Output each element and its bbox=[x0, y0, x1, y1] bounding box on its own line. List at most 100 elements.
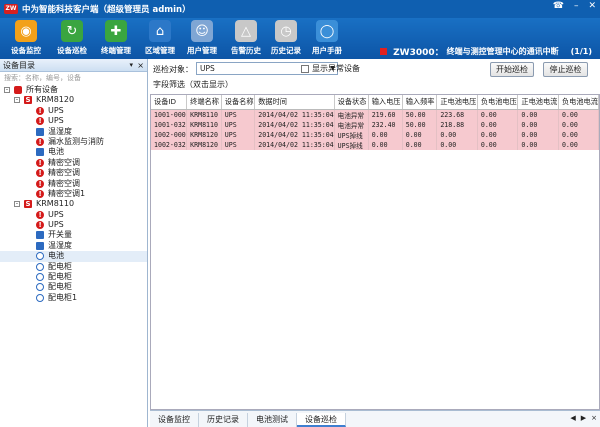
pin-icon[interactable]: ▾ bbox=[129, 59, 133, 72]
device-icon bbox=[36, 252, 44, 261]
tree-item[interactable]: - KRM8110 bbox=[0, 199, 147, 209]
tree-item[interactable]: 电池 bbox=[0, 147, 147, 157]
tree-item-label: UPS bbox=[48, 220, 64, 230]
abnormal-checkbox[interactable]: 显示异常设备 bbox=[301, 63, 360, 74]
column-header[interactable]: 终端名称 bbox=[186, 95, 222, 110]
table-row[interactable]: 1002-032 KRM8120 UPS 2014/04/02 11:35:04 UPS… bbox=[151, 139, 599, 150]
toolbar-button-label: 区域管理 bbox=[145, 46, 175, 55]
column-header[interactable]: 负电池电压 bbox=[477, 95, 519, 110]
tree-item[interactable]: - 所有设备 bbox=[0, 85, 147, 95]
tree-item[interactable]: 配电柜 bbox=[0, 282, 147, 292]
toolbar-button[interactable]: ⌂ 区域管理 bbox=[138, 20, 182, 58]
table-cell: 0.00 bbox=[558, 119, 599, 130]
alarm-icon bbox=[36, 189, 44, 199]
collapse-toggle-icon[interactable]: - bbox=[14, 97, 20, 104]
tree-item[interactable]: 配电柜1 bbox=[0, 293, 147, 303]
collapse-toggle-icon[interactable]: - bbox=[14, 201, 20, 208]
tree-item[interactable]: - KRM8120 bbox=[0, 95, 147, 105]
toolbar-button-label: 设备监控 bbox=[11, 46, 41, 55]
tree-item[interactable]: 温湿度 bbox=[0, 241, 147, 251]
tree-item[interactable]: 开关量 bbox=[0, 230, 147, 240]
alarm-ticker[interactable]: ZW3000： 终端与测控管理中心的通讯中断 (1/1) bbox=[380, 45, 592, 58]
tree-item[interactable]: 精密空调 bbox=[0, 168, 147, 178]
column-header[interactable]: 输入电压 bbox=[368, 95, 403, 110]
column-header[interactable]: 正电池电压 bbox=[436, 95, 478, 110]
start-patrol-button[interactable]: 开始巡检 bbox=[490, 62, 534, 77]
table-cell: 0.00 bbox=[558, 109, 599, 120]
table-cell: 0.00 bbox=[368, 129, 403, 140]
column-header[interactable]: 数据时间 bbox=[254, 95, 335, 110]
table-cell: 219.60 bbox=[368, 109, 403, 120]
column-header[interactable]: 设备状态 bbox=[334, 95, 369, 110]
toolbar-button-label: 终端管理 bbox=[101, 46, 131, 55]
column-header[interactable]: 设备名称 bbox=[221, 95, 256, 110]
tab[interactable]: 电池测试 bbox=[248, 413, 297, 427]
tree-item-label: 配电柜 bbox=[48, 272, 72, 282]
toolbar-button[interactable]: ◉ 设备监控 bbox=[4, 20, 48, 58]
checkbox-box[interactable] bbox=[301, 64, 309, 73]
toolbar-button[interactable]: ☺ 用户管理 bbox=[180, 20, 224, 58]
device-icon bbox=[36, 127, 44, 136]
column-header[interactable]: 输入频率 bbox=[402, 95, 438, 110]
column-header[interactable]: 设备ID bbox=[151, 95, 188, 110]
tree-item[interactable]: UPS bbox=[0, 116, 147, 126]
skin-icon[interactable]: ☎ bbox=[553, 1, 564, 11]
close-icon[interactable]: ✕ bbox=[588, 1, 596, 11]
tab[interactable]: 历史记录 bbox=[199, 413, 248, 427]
table-cell: UPS bbox=[221, 119, 256, 130]
toolbar-button[interactable]: ↻ 设备巡检 bbox=[50, 20, 94, 58]
device-icon bbox=[36, 262, 44, 271]
tree-item[interactable]: 配电柜 bbox=[0, 262, 147, 272]
toolbar-button[interactable]: ✚ 终端管理 bbox=[94, 20, 138, 58]
toolbar-button[interactable]: ◯ 用户手册 bbox=[305, 20, 349, 58]
table-row[interactable]: 1002-000 KRM8120 UPS 2014/04/02 11:35:04 UPS… bbox=[151, 129, 599, 140]
table-cell: 0.00 bbox=[436, 139, 478, 150]
close-icon[interactable]: × bbox=[591, 414, 597, 422]
tree-item[interactable]: 配电柜 bbox=[0, 272, 147, 282]
collapse-toggle-icon[interactable]: - bbox=[4, 87, 10, 93]
table-cell: 1001-032 bbox=[151, 119, 188, 130]
panel-header: 设备目录 ▾ × bbox=[0, 59, 147, 72]
table-cell: 2014/04/02 11:35:04 bbox=[254, 129, 335, 140]
minimize-icon[interactable]: – bbox=[574, 1, 579, 11]
tree-item-label: UPS bbox=[48, 105, 64, 115]
tab[interactable]: 设备巡检 bbox=[297, 413, 346, 427]
close-icon[interactable]: × bbox=[137, 59, 144, 72]
tree-item-label: 温湿度 bbox=[48, 126, 72, 136]
stop-patrol-button[interactable]: 停止巡检 bbox=[543, 62, 588, 77]
tree-item-label: 配电柜1 bbox=[48, 292, 78, 302]
toolbar-button[interactable]: ◷ 历史记录 bbox=[264, 20, 308, 58]
table-cell: 0.00 bbox=[477, 109, 519, 120]
patrol-grid: 设备ID 终端名称 设备名称 数据时间 设备状态 输入电压 输入频率 正电池电压 负电池电压 正电… bbox=[150, 94, 600, 410]
terminal-add-icon: ✚ bbox=[105, 20, 127, 42]
field-filter-label[interactable]: 字段筛选（双击显示） bbox=[153, 79, 233, 90]
device-icon bbox=[36, 273, 44, 282]
device-tree-panel: 设备目录 ▾ × 搜索：名称，编号，设备 -所有设备-KRM8120UPSUPS… bbox=[0, 59, 148, 427]
table-cell: 0.00 bbox=[517, 129, 559, 140]
table-row[interactable]: 1001-032 KRM8110 UPS 2014/04/02 11:35:04 电池异… bbox=[151, 119, 599, 130]
table-row[interactable]: 1001-000 KRM8110 UPS 2014/04/02 11:35:04 电池异… bbox=[151, 109, 599, 120]
column-header[interactable]: 负电池电流 bbox=[558, 95, 599, 110]
tab[interactable]: 设备监控 bbox=[150, 413, 199, 427]
arrow-right-icon[interactable]: ▶ bbox=[581, 414, 586, 422]
toolbar-button-label: 历史记录 bbox=[271, 46, 301, 55]
toolbar-button[interactable]: △ 告警历史 bbox=[224, 20, 268, 58]
tree-item[interactable]: UPS bbox=[0, 210, 147, 220]
table-cell: 0.00 bbox=[477, 119, 519, 130]
tree-item[interactable]: UPS bbox=[0, 220, 147, 230]
device-icon bbox=[36, 148, 44, 157]
tree-item[interactable]: 电池 bbox=[0, 251, 147, 262]
tree-item[interactable]: 精密空调1 bbox=[0, 189, 147, 199]
tree-item-label: 所有设备 bbox=[26, 85, 58, 94]
tree-item[interactable]: 漏水监测与消防 bbox=[0, 137, 147, 147]
tree-item[interactable]: 精密空调 bbox=[0, 158, 147, 168]
search-input[interactable]: 搜索：名称，编号，设备 bbox=[2, 73, 145, 84]
tree-item[interactable]: UPS bbox=[0, 106, 147, 116]
alarm-message: 终端与测控管理中心的通讯中断 bbox=[446, 47, 559, 56]
tree-item[interactable]: 精密空调 bbox=[0, 179, 147, 189]
tree-item[interactable]: 温湿度 bbox=[0, 127, 147, 137]
tree-item-label: 配电柜 bbox=[48, 261, 72, 271]
arrow-left-icon[interactable]: ◀ bbox=[570, 414, 575, 422]
column-header[interactable]: 正电池电流 bbox=[517, 95, 559, 110]
toolbar-button-label: 用户手册 bbox=[312, 46, 342, 55]
